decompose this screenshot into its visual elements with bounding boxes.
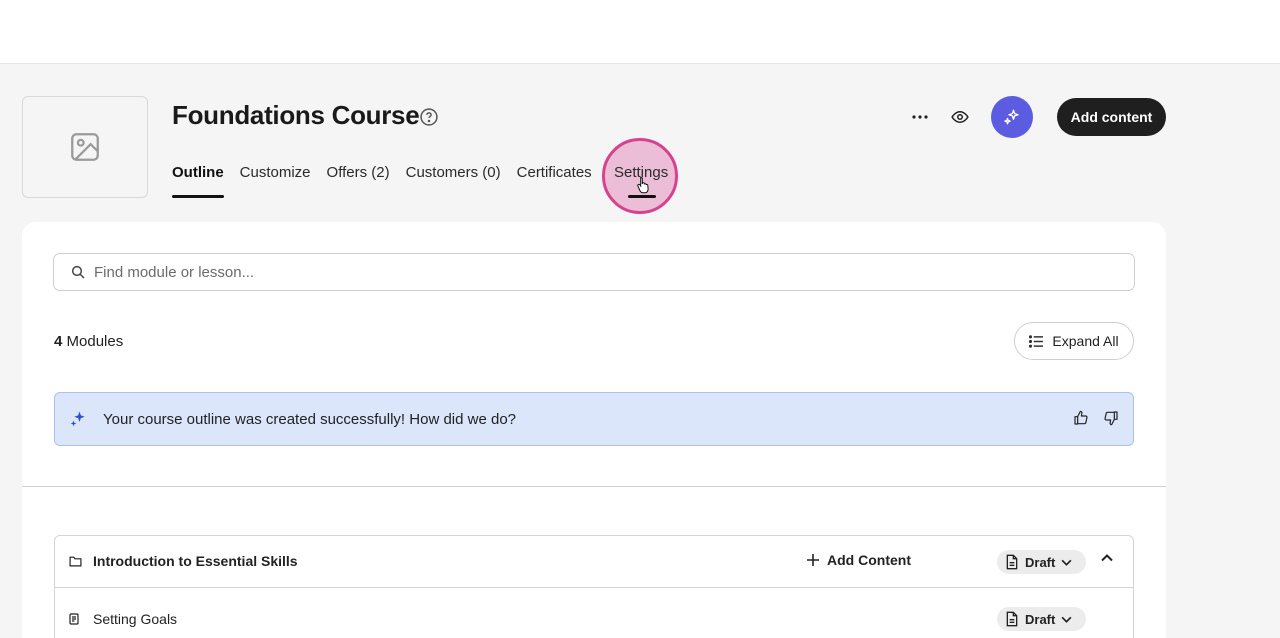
add-content-button[interactable]: Add content	[1057, 98, 1166, 136]
feedback-banner: Your course outline was created successf…	[54, 392, 1134, 446]
search-icon	[71, 265, 85, 279]
tab-offers[interactable]: Offers (2)	[327, 160, 390, 198]
top-bar	[0, 0, 1280, 64]
modules-count-number: 4	[54, 333, 63, 350]
page-title: Foundations Course	[172, 100, 420, 130]
lesson-status-dropdown[interactable]: Draft	[997, 607, 1086, 631]
tab-customize[interactable]: Customize	[240, 160, 311, 198]
document-icon	[1006, 611, 1018, 627]
module-card: Introduction to Essential Skills Add Con…	[54, 535, 1134, 638]
plus-icon	[807, 554, 819, 566]
expand-all-label: Expand All	[1052, 333, 1119, 349]
eye-icon	[951, 110, 969, 124]
thumbs-up-icon[interactable]	[1073, 410, 1089, 426]
help-icon[interactable]	[419, 107, 439, 127]
chevron-down-icon	[1061, 559, 1072, 566]
feedback-buttons	[1073, 410, 1119, 426]
search-input[interactable]: Find module or lesson...	[53, 253, 1135, 291]
list-icon	[1029, 334, 1044, 348]
sparkle-icon	[1004, 109, 1019, 125]
expand-all-button[interactable]: Expand All	[1014, 322, 1134, 360]
chevron-up-icon[interactable]	[1101, 554, 1113, 562]
sparkle-icon	[70, 411, 85, 427]
chevron-down-icon	[1061, 616, 1072, 623]
outline-panel: Find module or lesson... 4 Modules Expan…	[22, 222, 1166, 638]
module-status-label: Draft	[1025, 554, 1056, 570]
preview-button[interactable]	[946, 104, 974, 130]
section-divider	[22, 486, 1166, 487]
search-placeholder: Find module or lesson...	[94, 263, 255, 281]
more-horizontal-icon	[912, 115, 928, 119]
module-add-content-label: Add Content	[827, 552, 911, 568]
tab-certificates[interactable]: Certificates	[517, 160, 592, 198]
tab-customers[interactable]: Customers (0)	[406, 160, 501, 198]
ai-assist-button[interactable]	[991, 96, 1033, 138]
lesson-title: Setting Goals	[93, 611, 178, 627]
modules-count-label: Modules	[66, 333, 124, 350]
tab-outline[interactable]: Outline	[172, 160, 224, 198]
lesson-document-icon	[69, 613, 79, 625]
thumbs-down-icon[interactable]	[1103, 410, 1119, 426]
feedback-banner-text: Your course outline was created successf…	[103, 410, 516, 428]
image-placeholder-icon	[71, 133, 99, 161]
folder-icon	[69, 556, 82, 567]
modules-count: 4 Modules	[54, 333, 123, 350]
more-options-button[interactable]	[906, 104, 934, 130]
module-status-dropdown[interactable]: Draft	[997, 550, 1086, 574]
document-icon	[1006, 554, 1018, 570]
course-tabs: Outline Customize Offers (2) Customers (…	[172, 160, 592, 200]
course-thumbnail[interactable]	[22, 96, 148, 198]
lesson-status-label: Draft	[1025, 611, 1056, 627]
module-title: Introduction to Essential Skills	[93, 553, 298, 569]
module-header[interactable]: Introduction to Essential Skills Add Con…	[55, 536, 1133, 588]
hand-cursor-icon	[637, 176, 649, 194]
lesson-row[interactable]: Setting Goals Draft	[55, 588, 1133, 638]
module-add-content-button[interactable]: Add Content	[807, 552, 911, 568]
tab-settings-underline	[628, 195, 656, 198]
